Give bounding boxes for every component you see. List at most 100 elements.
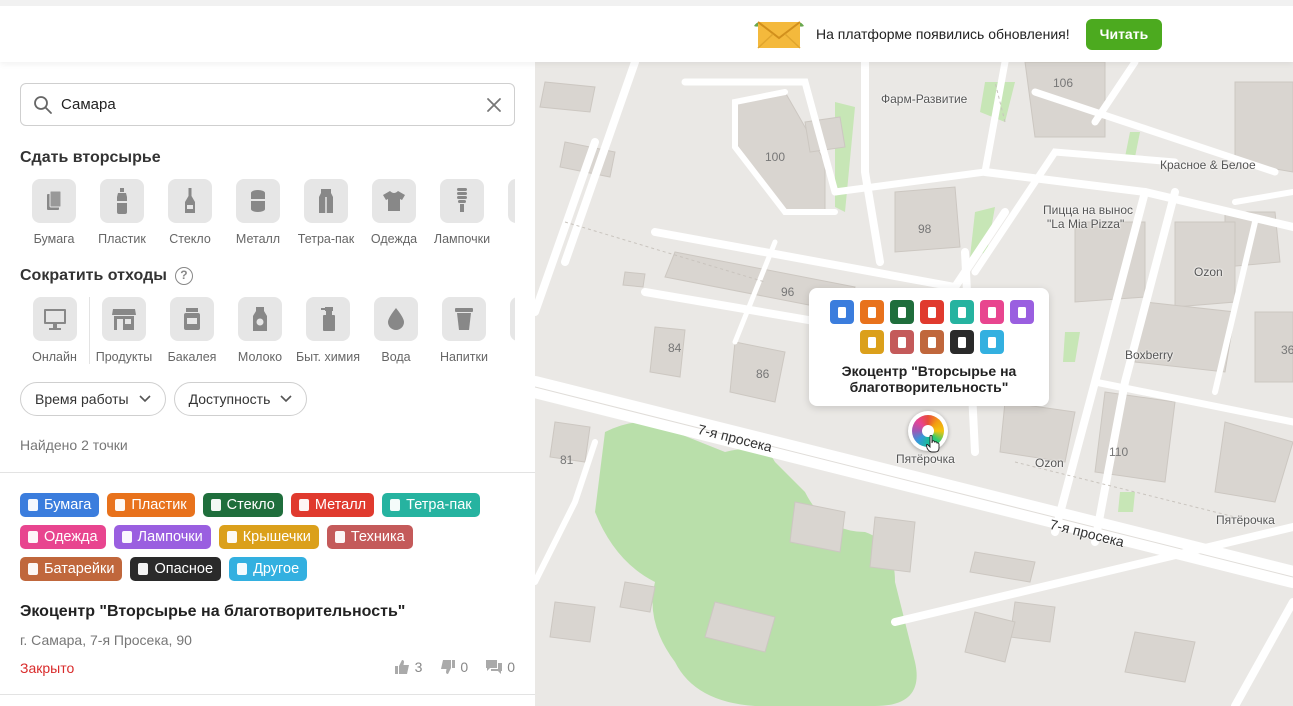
tag-icon [28, 531, 38, 543]
tag-badge: Опасное [130, 557, 222, 581]
poi-boxberry[interactable]: Boxberry [1125, 348, 1173, 362]
divider [0, 472, 535, 473]
paper-icon [47, 190, 62, 210]
place-stats: 3 0 0 [394, 659, 515, 675]
read-button[interactable]: Читать [1085, 18, 1163, 50]
category-products[interactable]: Продукты [90, 297, 158, 364]
recycle-categories: Бумага Пластик Стекло Металл Тетра-пак О… [20, 179, 515, 246]
category-plastic[interactable]: Пластик [88, 179, 156, 246]
category-water[interactable]: Вода [362, 297, 430, 364]
found-count: Найдено 2 точки [20, 437, 128, 453]
poi-pizza[interactable]: Пицца на вынос [1043, 203, 1133, 217]
search-icon [34, 95, 52, 114]
likes[interactable]: 3 [394, 659, 422, 675]
water-drop-icon [388, 308, 404, 330]
category-icon [830, 300, 854, 324]
tag-icon [28, 499, 38, 511]
tag-icon [115, 499, 126, 511]
category-tetra-pak[interactable]: Тетра-пак [292, 179, 360, 246]
category-icon [980, 330, 1004, 354]
shop-icon [112, 309, 136, 330]
tag-badge: Металл [290, 493, 375, 517]
clear-icon[interactable] [486, 97, 502, 113]
category-clothes[interactable]: Одежда [360, 179, 428, 246]
tag-badge: Батарейки [20, 557, 123, 581]
building-number: 86 [756, 367, 770, 381]
plastic-bottle-icon [117, 188, 127, 214]
milk-bottle-icon [253, 307, 267, 331]
dislikes[interactable]: 0 [440, 659, 468, 675]
filter-accessibility[interactable]: Доступность [173, 382, 308, 416]
tetra-pak-icon [319, 189, 333, 213]
category-icon [920, 300, 944, 324]
spray-bottle-icon [321, 307, 335, 331]
reduce-section-title: Сократить отходы? [20, 267, 193, 285]
filters: Время работы Доступность [20, 382, 308, 416]
divider [0, 694, 535, 695]
comments[interactable]: 0 [486, 659, 515, 675]
category-grocery[interactable]: Бакалея [158, 297, 226, 364]
building-number: 98 [918, 222, 932, 236]
category-icon [950, 300, 974, 324]
category-icon [890, 300, 914, 324]
poi-pyaterochka[interactable]: Пятёрочка [1216, 513, 1275, 527]
tag-badge: Бумага [20, 493, 100, 517]
category-milk[interactable]: Молоко [226, 297, 294, 364]
glass-bottle-icon [185, 188, 195, 213]
left-panel: Сдать вторсырье Бумага Пластик Стекло Ме… [0, 62, 535, 706]
category-paper[interactable]: Бумага [20, 179, 88, 246]
jar-icon [184, 308, 200, 330]
search-input[interactable] [61, 96, 486, 113]
tag-badge: Стекло [202, 493, 283, 517]
category-household-chemicals[interactable]: Быт. химия [294, 297, 362, 364]
category-icon [890, 330, 914, 354]
reduce-categories: Онлайн Продукты Бакалея Молоко Быт. хими… [20, 297, 515, 364]
category-glass[interactable]: Стекло [156, 179, 224, 246]
thumbs-down-icon [441, 660, 456, 674]
tag-badge: Техника [326, 525, 413, 549]
tag-badge: Лампочки [113, 525, 211, 549]
category-lightbulbs[interactable]: Лампочки [428, 179, 496, 246]
category-icon [1010, 300, 1034, 324]
category-metal[interactable]: Металл [224, 179, 292, 246]
top-bar: На платформе появились обновления! Читат… [0, 0, 1293, 62]
poi-krasnoe-beloe[interactable]: Красное & Белое [1160, 158, 1256, 172]
monitor-icon [43, 309, 66, 330]
notice-text: На платформе появились обновления! [816, 26, 1070, 42]
category-caps[interactable]: Кр [496, 179, 515, 246]
lightbulb-icon [457, 188, 467, 212]
tag-badge: Другое [229, 557, 308, 581]
tag-icon [226, 531, 237, 543]
building-number: 110 [1109, 445, 1129, 459]
search-box[interactable] [20, 83, 515, 126]
tag-badge: Одежда [20, 525, 106, 549]
tag-badge: Тетра-пак [382, 493, 480, 517]
poi-pharmacy[interactable]: Фарм-Развитие [881, 92, 967, 106]
category-icon [860, 330, 884, 354]
category-online[interactable]: Онлайн [20, 297, 90, 364]
poi-pyaterochka[interactable]: Пятёрочка [896, 452, 955, 466]
chevron-down-icon [280, 395, 292, 403]
building-number: 36 [1281, 343, 1293, 357]
place-title[interactable]: Экоцентр "Вторсырье на благотворительнос… [20, 603, 405, 621]
filter-working-hours[interactable]: Время работы [20, 382, 166, 416]
poi-ozon[interactable]: Ozon [1194, 265, 1223, 279]
cup-icon [455, 308, 473, 330]
tag-badge: Пластик [107, 493, 195, 517]
comment-icon [486, 660, 503, 674]
tag-icon [121, 531, 132, 543]
map[interactable]: Фарм-Развитие Красное & Белое Пицца на в… [535, 62, 1293, 706]
poi-ozon[interactable]: Ozon [1035, 456, 1064, 470]
category-icon [860, 300, 884, 324]
poi-pizza-name[interactable]: "La Mia Pizza" [1047, 217, 1124, 231]
envelope-icon [752, 18, 806, 50]
update-notice: На платформе появились обновления! Читат… [752, 18, 1163, 50]
place-address: г. Самара, 7-я Просека, 90 [20, 632, 192, 648]
category-more[interactable] [498, 297, 515, 364]
building-number: 106 [1053, 76, 1074, 90]
help-icon[interactable]: ? [174, 267, 193, 285]
building-number: 96 [781, 285, 795, 299]
tag-icon [334, 531, 345, 543]
map-popup[interactable]: Экоцентр "Вторсырье на благотворительнос… [809, 288, 1049, 406]
category-drinks[interactable]: Напитки [430, 297, 498, 364]
